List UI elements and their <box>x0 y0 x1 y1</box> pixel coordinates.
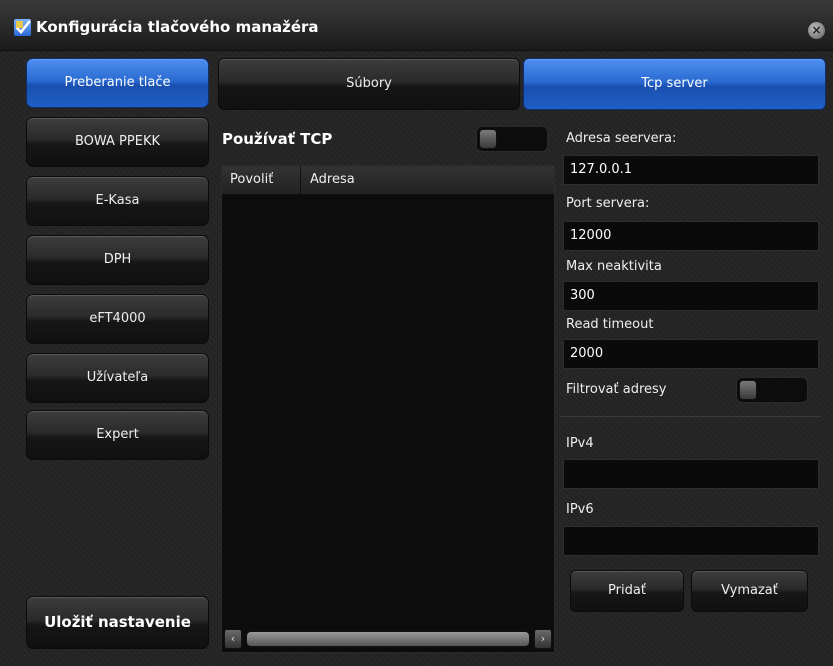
tab-subory[interactable]: Súbory <box>218 58 520 110</box>
toggle-knob[interactable] <box>479 129 497 149</box>
ipv6-label: IPv6 <box>566 502 594 517</box>
list-header: Povoliť Adresa <box>222 166 554 195</box>
column-divider[interactable] <box>300 166 301 194</box>
use-tcp-label: Používať TCP <box>222 130 333 148</box>
checkmark-app-icon <box>14 19 31 36</box>
column-header-adresa[interactable]: Adresa <box>310 172 355 187</box>
sidebar-item-bowa-ppekk[interactable]: BOWA PPEKK <box>26 117 209 167</box>
ipv6-field[interactable] <box>563 526 819 556</box>
sidebar-item-expert[interactable]: Expert <box>26 410 209 460</box>
sidebar-item-uzivatela[interactable]: Užívateľa <box>26 353 209 403</box>
add-button[interactable]: Pridať <box>570 570 684 612</box>
filter-addresses-label: Filtrovať adresy <box>566 382 667 397</box>
ipv4-field[interactable] <box>563 459 819 489</box>
sidebar: Preberanie tlače BOWA PPEKK E-Kasa DPH e… <box>22 58 212 658</box>
server-address-label: Adresa seervera: <box>566 131 677 146</box>
tab-tcp-server[interactable]: Tcp server <box>523 58 826 110</box>
address-list[interactable]: Povoliť Adresa ‹ › <box>221 165 555 653</box>
scroll-right-icon[interactable]: › <box>534 629 552 649</box>
max-inactivity-field[interactable]: 300 <box>563 281 819 311</box>
section-divider <box>561 416 821 417</box>
server-port-label: Port servera: <box>566 196 650 211</box>
title-bar[interactable]: Konfigurácia tlačového manažéra × <box>0 0 833 51</box>
delete-button[interactable]: Vymazať <box>691 570 808 612</box>
save-settings-button[interactable]: Uložiť nastavenie <box>26 596 209 649</box>
server-address-field[interactable]: 127.0.0.1 <box>563 155 819 185</box>
sidebar-item-eft4000[interactable]: eFT4000 <box>26 294 209 344</box>
read-timeout-label: Read timeout <box>566 317 654 332</box>
sidebar-item-dph[interactable]: DPH <box>26 235 209 285</box>
sidebar-item-preberanie-tlace[interactable]: Preberanie tlače <box>26 58 209 108</box>
column-header-povolit[interactable]: Povoliť <box>230 172 273 187</box>
window-title: Konfigurácia tlačového manažéra <box>36 18 319 36</box>
server-port-field[interactable]: 12000 <box>563 221 819 251</box>
close-icon[interactable]: × <box>808 22 825 39</box>
max-inactivity-label: Max neaktivita <box>566 259 662 274</box>
scroll-thumb[interactable] <box>246 631 530 647</box>
config-window: Konfigurácia tlačového manažéra × Preber… <box>0 0 833 666</box>
scroll-left-icon[interactable]: ‹ <box>224 629 242 649</box>
use-tcp-toggle[interactable] <box>476 126 548 152</box>
read-timeout-field[interactable]: 2000 <box>563 339 819 369</box>
toggle-knob[interactable] <box>739 380 757 400</box>
filter-addresses-toggle[interactable] <box>736 377 808 403</box>
sidebar-item-e-kasa[interactable]: E-Kasa <box>26 176 209 226</box>
ipv4-label: IPv4 <box>566 436 594 451</box>
horizontal-scrollbar[interactable]: ‹ › <box>222 626 554 652</box>
